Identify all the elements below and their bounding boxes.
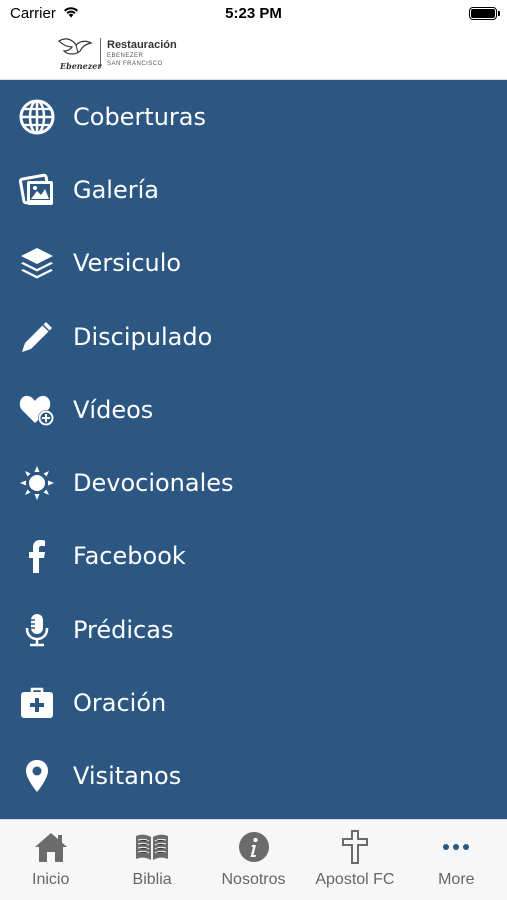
pencil-icon <box>18 318 56 356</box>
app-logo: Ebenezer Restauración EBENEZER SAN FRANC… <box>56 34 177 72</box>
status-bar: Carrier 5:23 PM <box>0 0 507 28</box>
menu-item-label: Visitanos <box>73 762 182 791</box>
menu-item-label: Vídeos <box>73 395 154 424</box>
dove-logo-icon: Ebenezer <box>56 35 102 71</box>
tab-apostol-fc[interactable]: Apostol FC <box>304 820 405 900</box>
tab-label: More <box>438 871 475 888</box>
info-icon <box>237 830 271 864</box>
layers-icon <box>18 244 56 282</box>
app-header: Ebenezer Restauración EBENEZER SAN FRANC… <box>0 28 507 80</box>
menu-item-devocionales[interactable]: Devocionales <box>0 446 507 519</box>
menu-item-versiculo[interactable]: Versiculo <box>0 227 507 300</box>
menu-item-coberturas[interactable]: Coberturas <box>0 80 507 153</box>
menu-item-label: Devocionales <box>73 469 234 498</box>
tab-label: Nosotros <box>221 871 286 888</box>
status-time: 5:23 PM <box>225 5 282 22</box>
menu-item-facebook[interactable]: Facebook <box>0 520 507 593</box>
tab-label: Apostol FC <box>315 871 395 888</box>
tab-nosotros[interactable]: Nosotros <box>203 820 304 900</box>
menu-item-discipulado[interactable]: Discipulado <box>0 300 507 373</box>
cross-icon <box>338 830 372 864</box>
heart-plus-icon <box>18 391 56 429</box>
tab-label: Biblia <box>132 871 172 888</box>
battery-icon <box>469 7 500 20</box>
first-aid-kit-icon <box>18 684 56 722</box>
location-pin-icon <box>18 757 56 795</box>
logo-line1: EBENEZER <box>107 52 144 59</box>
tab-more[interactable]: More <box>406 820 507 900</box>
menu-item-label: Oración <box>73 689 167 718</box>
facebook-icon <box>18 537 56 575</box>
menu-item-oracion[interactable]: Oración <box>0 666 507 739</box>
menu-item-label: Facebook <box>73 542 186 571</box>
menu-item-label: Discipulado <box>73 322 213 351</box>
logo-text: Restauración EBENEZER SAN FRANCISCO <box>107 38 177 67</box>
more-icon <box>439 830 473 864</box>
photo-gallery-icon <box>18 171 56 209</box>
menu-item-label: Versiculo <box>73 249 182 278</box>
book-icon <box>135 830 169 864</box>
tab-inicio[interactable]: Inicio <box>0 820 101 900</box>
home-icon <box>34 830 68 864</box>
sun-icon <box>18 464 56 502</box>
logo-title: Restauración <box>107 38 177 51</box>
menu-item-videos[interactable]: Vídeos <box>0 373 507 446</box>
tab-label: Inicio <box>32 871 70 888</box>
menu-item-label: Coberturas <box>73 102 207 131</box>
tab-biblia[interactable]: Biblia <box>101 820 202 900</box>
side-menu: Coberturas Galería Versiculo Discipulado… <box>0 80 507 819</box>
menu-item-label: Galería <box>73 175 159 204</box>
tab-bar: Inicio Biblia Nosotros Apostol FC More <box>0 819 507 900</box>
menu-item-label: Prédicas <box>73 615 174 644</box>
menu-item-predicas[interactable]: Prédicas <box>0 593 507 666</box>
microphone-icon <box>18 611 56 649</box>
globe-icon <box>18 98 56 136</box>
menu-item-galeria[interactable]: Galería <box>0 153 507 226</box>
logo-line2: SAN FRANCISCO <box>107 60 163 67</box>
logo-mark-text: Ebenezer <box>60 61 102 71</box>
menu-item-visitanos[interactable]: Visitanos <box>0 740 507 813</box>
